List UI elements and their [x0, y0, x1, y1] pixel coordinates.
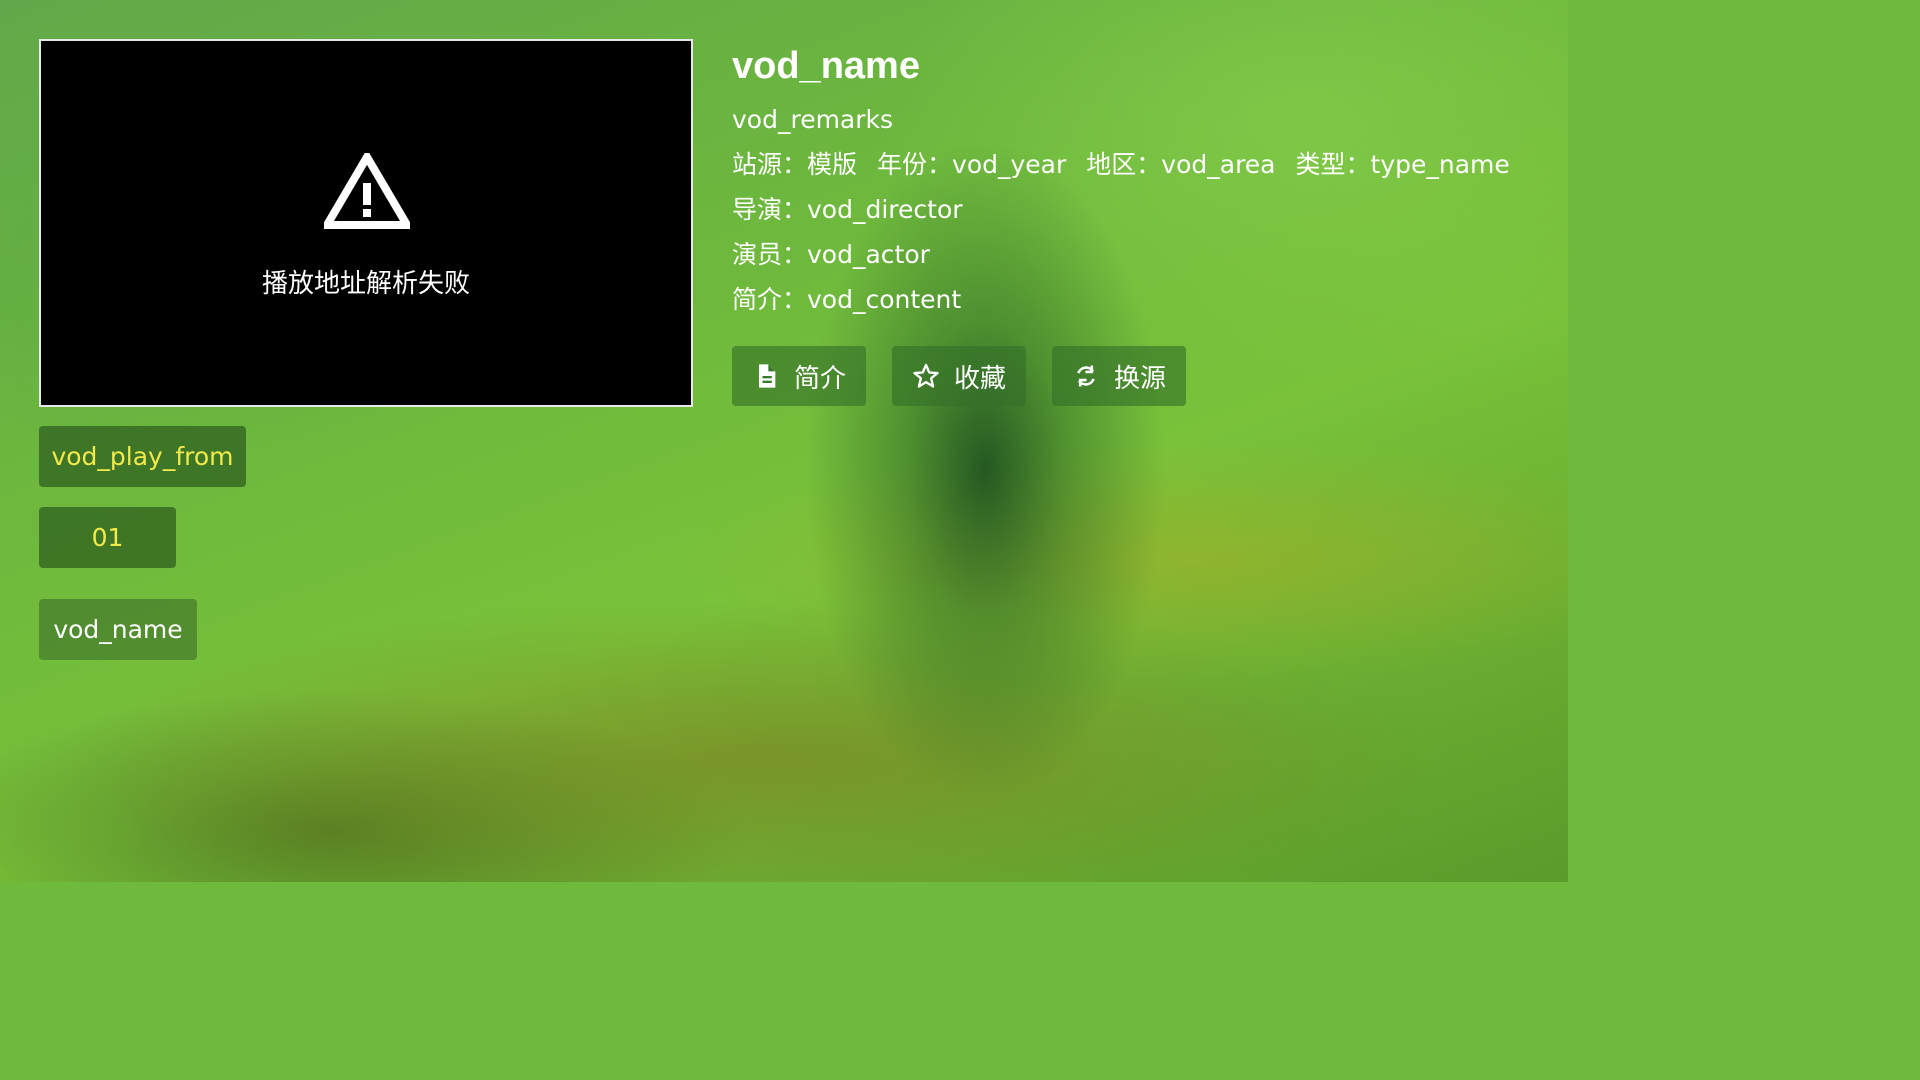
favorite-button-label: 收藏: [954, 363, 1007, 394]
meta-line: 站源：模版 年份：vod_year 地区：vod_area 类型：type_name: [732, 142, 1510, 187]
actor-label: 演员：: [732, 240, 808, 269]
change-source-button[interactable]: 换源: [1052, 346, 1187, 406]
site-value: 模版: [807, 150, 858, 179]
change-source-button-label: 换源: [1114, 363, 1167, 394]
area-value: vod_area: [1161, 150, 1276, 179]
star-outline-icon: [913, 363, 939, 388]
favorite-button[interactable]: 收藏: [892, 346, 1027, 406]
site-label: 站源：: [732, 150, 808, 179]
video-title: vod_name: [732, 45, 920, 87]
actor-line: 演员：vod_actor: [732, 232, 1510, 277]
document-icon: [759, 364, 776, 388]
video-info-panel: vod_name vod_remarks 站源：模版 年份：vod_year 地区：…: [732, 40, 1510, 322]
director-label: 导演：: [732, 195, 808, 224]
related-item[interactable]: vod_name: [39, 599, 197, 660]
director-value: vod_director: [807, 195, 963, 224]
content-label: 简介：: [732, 285, 808, 314]
play-source-tab[interactable]: vod_play_from: [39, 426, 246, 487]
video-remarks: vod_remarks: [732, 105, 894, 134]
playback-error-message: 播放地址解析失败: [261, 269, 470, 299]
action-bar: 简介 收藏 换源: [732, 346, 1212, 406]
refresh-icon: [1077, 365, 1095, 387]
video-player[interactable]: 播放地址解析失败: [39, 39, 693, 407]
content-line[interactable]: 简介：vod_content: [732, 277, 1510, 322]
director-line: 导演：vod_director: [732, 187, 1510, 232]
year-label: 年份：: [877, 150, 953, 179]
area-label: 地区：: [1086, 150, 1162, 179]
year-value: vod_year: [952, 150, 1067, 179]
intro-button[interactable]: 简介: [732, 346, 867, 406]
intro-button-label: 简介: [794, 363, 847, 394]
type-value: type_name: [1370, 150, 1510, 179]
episode-item[interactable]: 01: [39, 507, 176, 568]
type-label: 类型：: [1295, 150, 1371, 179]
actor-value: vod_actor: [807, 240, 930, 269]
content-value: vod_content: [807, 285, 962, 314]
warning-icon: [324, 153, 410, 229]
